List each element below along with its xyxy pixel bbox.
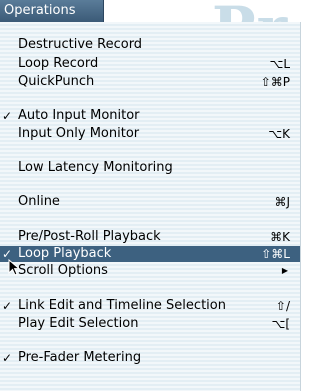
menu-item-destructive-record[interactable]: Destructive Record [0,37,300,53]
menu-item-quickpunch[interactable]: QuickPunch ⇧⌘P [0,74,300,90]
menu-item-loop-playback[interactable]: ✓ Loop Playback ⇧⌘L [0,246,300,262]
menu-item-label: Online [18,194,60,209]
menu-separator [0,214,300,216]
shortcut-label: ⌘J [274,195,290,209]
arrow-pointer-icon [8,259,21,276]
shortcut-label: ⇧⌘P [260,75,290,89]
menu-title-operations[interactable]: Operations [0,0,104,22]
menu-item-online[interactable]: Online ⌘J [0,194,300,210]
menu-item-label: Loop Playback [18,246,112,261]
menu-item-label: Low Latency Monitoring [18,160,173,175]
shortcut-label: ⌥[ [271,317,290,331]
menu-item-link-edit-timeline-selection[interactable]: ✓ Link Edit and Timeline Selection ⇧/ [0,298,300,314]
menu-separator [0,146,300,148]
menu-separator [0,336,300,338]
submenu-arrow-icon: ▶ [281,266,288,275]
menu-separator [0,180,300,182]
menu-item-label: Auto Input Monitor [18,108,140,123]
menu-item-label: Pre-Fader Metering [18,350,142,365]
shortcut-label: ⌥K [268,127,290,141]
menu-separator [0,283,300,285]
menu-item-label: Link Edit and Timeline Selection [18,298,226,313]
menu-item-label: Scroll Options [18,263,108,278]
menu-item-label: Play Edit Selection [18,316,139,331]
menu-item-low-latency-monitoring[interactable]: Low Latency Monitoring [0,160,300,176]
menu-item-pre-fader-metering[interactable]: ✓ Pre-Fader Metering [0,350,300,366]
menu-item-pre-post-roll-playback[interactable]: Pre/Post-Roll Playback ⌘K [0,229,300,245]
menu-item-label: Loop Record [18,56,99,71]
shortcut-label: ⇧/ [275,299,290,313]
menu-item-input-only-monitor[interactable]: Input Only Monitor ⌥K [0,126,300,142]
screen: Pr Operations Destructive Record Loop Re… [0,0,322,391]
menu-item-scroll-options[interactable]: Scroll Options ▶ [0,263,300,279]
menu-item-label: QuickPunch [18,74,95,89]
shortcut-label: ⇧⌘L [261,247,290,261]
operations-menu-dropdown: Destructive Record Loop Record ⌥L QuickP… [0,22,301,391]
menu-item-label: Input Only Monitor [18,126,140,141]
checkmark-icon: ✓ [2,299,13,313]
shortcut-label: ⌥L [269,57,290,71]
menu-item-label: Pre/Post-Roll Playback [18,229,161,244]
menu-item-loop-record[interactable]: Loop Record ⌥L [0,56,300,72]
menu-item-auto-input-monitor[interactable]: ✓ Auto Input Monitor [0,108,300,124]
menu-item-label: Destructive Record [18,37,143,52]
checkmark-icon: ✓ [2,109,13,123]
checkmark-icon: ✓ [2,351,13,365]
menu-item-play-edit-selection[interactable]: Play Edit Selection ⌥[ [0,316,300,332]
menu-separator [0,94,300,96]
shortcut-label: ⌘K [270,230,290,244]
